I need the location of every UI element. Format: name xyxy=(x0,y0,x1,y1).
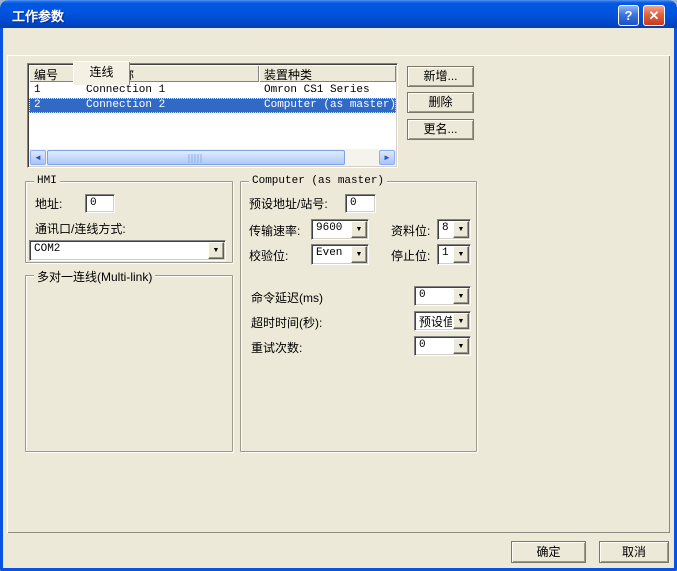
row-name: Connection 1 xyxy=(81,83,259,98)
window-title: 工作参数 xyxy=(12,6,64,25)
column-header-type[interactable]: 装置种类 xyxy=(259,65,396,82)
scroll-right-icon: ► xyxy=(383,153,391,162)
parity-label: 校验位: xyxy=(249,247,288,264)
row-type: Computer (as master) xyxy=(259,98,396,113)
row-id: 1 xyxy=(29,83,81,98)
scroll-right-button[interactable]: ► xyxy=(379,150,395,165)
horizontal-scrollbar[interactable]: ◄ ► xyxy=(29,149,396,166)
multilink-group: 多对一连线(Multi-link) xyxy=(25,275,233,452)
parity-value: Even xyxy=(316,247,350,263)
chevron-down-icon[interactable]: ▼ xyxy=(351,246,367,263)
timeout-value: 预设值 xyxy=(419,313,452,329)
delay-value: 0 xyxy=(419,289,452,304)
scrollbar-grip xyxy=(189,154,204,163)
stopbits-combobox[interactable]: 1 ▼ xyxy=(437,244,471,265)
close-button[interactable]: ✕ xyxy=(643,5,665,26)
delay-label: 命令延迟(ms) xyxy=(251,289,323,306)
databits-value: 8 xyxy=(442,222,452,238)
port-combobox[interactable]: COM2 ▼ xyxy=(29,240,226,261)
cancel-button[interactable]: 取消 xyxy=(599,541,669,563)
station-field[interactable]: 0 xyxy=(345,194,376,213)
multilink-group-title: 多对一连线(Multi-link) xyxy=(34,268,155,285)
computer-group-title: Computer (as master) xyxy=(249,175,387,187)
title-bar[interactable]: 工作参数 ? ✕ xyxy=(0,0,677,28)
computer-master-group: Computer (as master) 预设地址/站号: 0 传输速率: 96… xyxy=(240,181,477,452)
stopbits-value: 1 xyxy=(442,247,452,263)
row-name: Connection 2 xyxy=(81,98,259,113)
dialog-window: 工作参数 ? ✕ 一般 连线 其它 记录缓冲区 密码表 密码 编号 装置名称 装… xyxy=(0,0,677,571)
chevron-down-icon[interactable]: ▼ xyxy=(453,338,469,354)
port-value: COM2 xyxy=(34,243,207,259)
baud-value: 9600 xyxy=(316,222,350,238)
table-row[interactable]: 1 Connection 1 Omron CS1 Series xyxy=(29,83,396,98)
chevron-down-icon[interactable]: ▼ xyxy=(453,246,469,263)
rename-button[interactable]: 更名... xyxy=(407,119,474,140)
parity-combobox[interactable]: Even ▼ xyxy=(311,244,369,265)
port-label: 通讯口/连线方式: xyxy=(35,220,126,237)
databits-combobox[interactable]: 8 ▼ xyxy=(437,219,471,240)
row-type: Omron CS1 Series xyxy=(259,83,396,98)
chevron-down-icon[interactable]: ▼ xyxy=(453,221,469,238)
hmi-group: HMI 地址: 0 通讯口/连线方式: COM2 ▼ xyxy=(25,181,233,263)
dialog-client-area: 一般 连线 其它 记录缓冲区 密码表 密码 编号 装置名称 装置种类 1 Con… xyxy=(3,28,674,568)
help-button[interactable]: ? xyxy=(618,5,639,26)
scroll-left-button[interactable]: ◄ xyxy=(30,150,46,165)
delete-button[interactable]: 删除 xyxy=(407,92,474,113)
stopbits-label: 停止位: xyxy=(391,247,430,264)
row-id: 2 xyxy=(29,98,81,113)
timeout-label: 超时时间(秒): xyxy=(251,314,322,331)
help-icon: ? xyxy=(625,8,633,23)
baud-label: 传输速率: xyxy=(249,222,300,239)
baud-combobox[interactable]: 9600 ▼ xyxy=(311,219,369,240)
timeout-combobox[interactable]: 预设值 ▼ xyxy=(414,311,471,331)
hmi-group-title: HMI xyxy=(34,175,60,187)
chevron-down-icon[interactable]: ▼ xyxy=(453,313,469,329)
table-row-selected[interactable]: 2 Connection 2 Computer (as master) xyxy=(29,98,396,113)
address-field[interactable]: 0 xyxy=(85,194,115,213)
ok-button[interactable]: 确定 xyxy=(511,541,586,563)
retry-value: 0 xyxy=(419,339,452,354)
tab-page-connection: 编号 装置名称 装置种类 1 Connection 1 Omron CS1 Se… xyxy=(7,55,670,533)
close-icon: ✕ xyxy=(649,8,660,23)
scrollbar-thumb[interactable] xyxy=(47,150,345,165)
scroll-left-icon: ◄ xyxy=(34,153,42,162)
retry-combobox[interactable]: 0 ▼ xyxy=(414,336,471,356)
chevron-down-icon[interactable]: ▼ xyxy=(351,221,367,238)
station-label: 预设地址/站号: xyxy=(249,195,328,212)
chevron-down-icon[interactable]: ▼ xyxy=(208,242,224,259)
retry-label: 重试次数: xyxy=(251,339,302,356)
chevron-down-icon[interactable]: ▼ xyxy=(453,288,469,304)
delay-combobox[interactable]: 0 ▼ xyxy=(414,286,471,306)
databits-label: 资料位: xyxy=(391,222,430,239)
tab-connection[interactable]: 连线 xyxy=(73,61,130,85)
address-label: 地址: xyxy=(35,195,62,212)
add-button[interactable]: 新增... xyxy=(407,66,474,87)
